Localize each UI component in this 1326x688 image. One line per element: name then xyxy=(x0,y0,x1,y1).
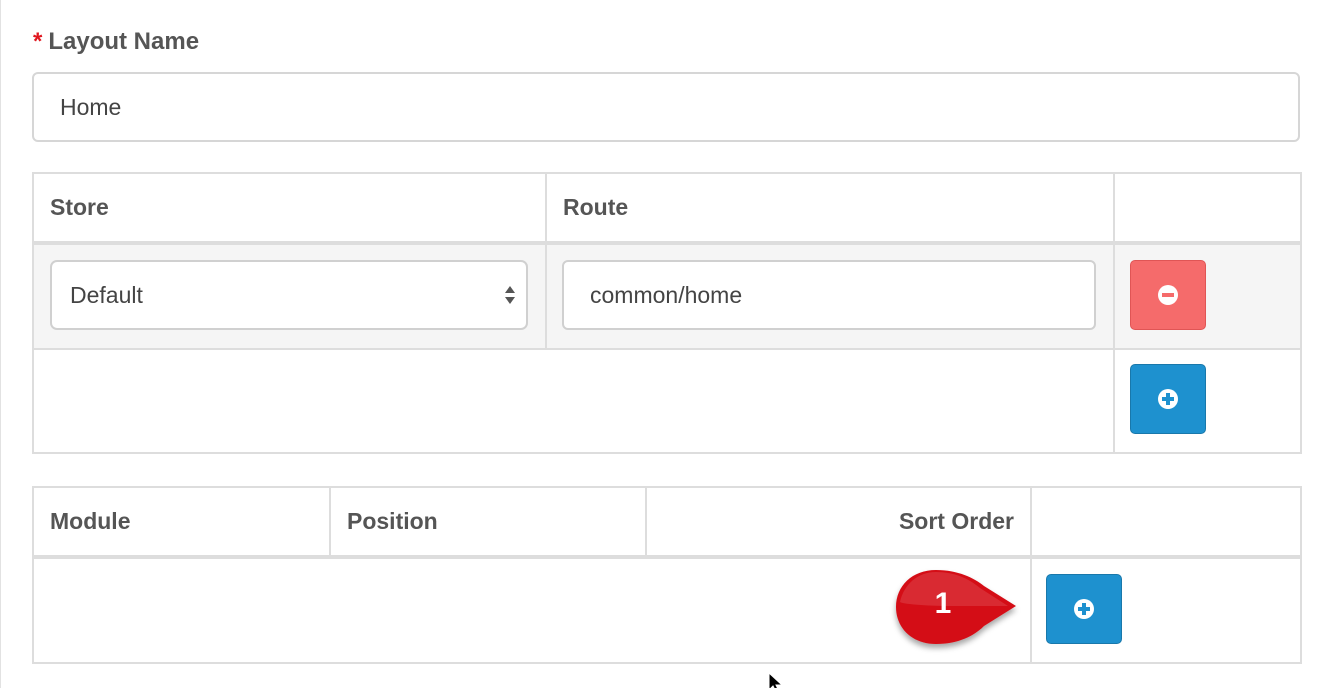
sort-order-header: Sort Order xyxy=(645,486,1032,559)
position-header: Position xyxy=(329,486,647,559)
route-input[interactable]: common/home xyxy=(562,260,1096,330)
route-table-header: Store Route xyxy=(32,172,1302,245)
module-action-header xyxy=(1030,486,1302,559)
remove-route-button[interactable] xyxy=(1130,260,1206,330)
route-header: Route xyxy=(545,172,1115,245)
panel-border xyxy=(0,0,1,688)
route-table-footer xyxy=(32,348,1302,454)
store-select[interactable]: Default xyxy=(50,260,528,330)
layout-name-input[interactable]: Home xyxy=(32,72,1300,142)
minus-circle-icon xyxy=(1158,285,1178,305)
required-marker: * xyxy=(33,28,43,55)
callout-number: 1 xyxy=(934,587,952,620)
layout-name-label: * Layout Name xyxy=(33,28,200,55)
mouse-cursor-icon xyxy=(768,672,784,688)
select-arrows-icon xyxy=(505,286,515,304)
store-header: Store xyxy=(32,172,547,245)
plus-circle-icon xyxy=(1158,389,1178,409)
plus-circle-icon xyxy=(1074,599,1094,619)
add-module-button[interactable] xyxy=(1046,574,1122,644)
module-table-header: Module Position Sort Order xyxy=(32,486,1302,559)
layout-form: * Layout Name Home Store Route Default co… xyxy=(0,0,1326,688)
action-header xyxy=(1113,172,1302,245)
add-route-button[interactable] xyxy=(1130,364,1206,434)
module-header: Module xyxy=(32,486,331,559)
